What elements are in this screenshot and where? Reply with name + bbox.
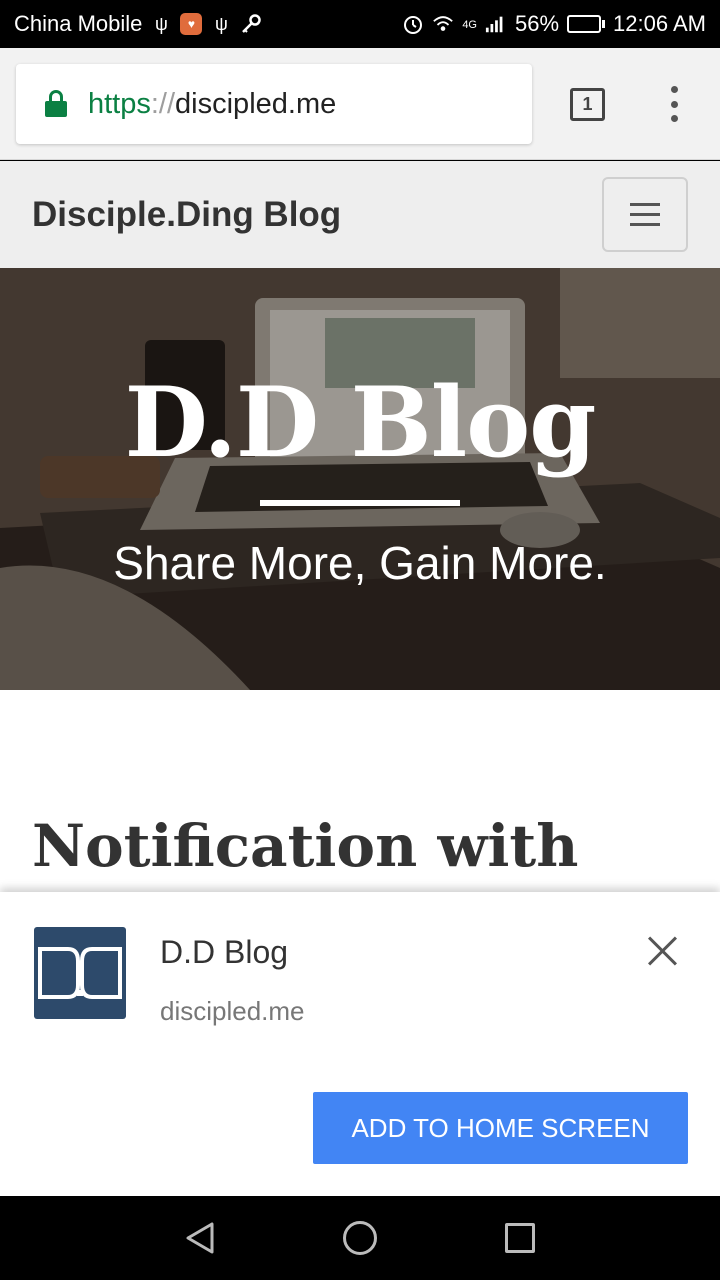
hero-divider bbox=[260, 500, 460, 506]
article-area: Notification with bbox=[0, 690, 720, 900]
post-title-link[interactable]: Notification with bbox=[32, 810, 712, 882]
key-icon bbox=[240, 13, 262, 35]
back-icon[interactable] bbox=[184, 1222, 216, 1254]
usb-icon: ψ bbox=[214, 13, 228, 34]
system-navigation-bar bbox=[0, 1196, 720, 1280]
network-type: 4G bbox=[462, 19, 477, 31]
usb-icon: ψ bbox=[154, 13, 168, 34]
more-options-icon[interactable] bbox=[664, 86, 684, 122]
app-name: D.D Blog bbox=[160, 934, 289, 970]
alarm-icon bbox=[402, 13, 424, 35]
hero-overlay bbox=[0, 268, 720, 690]
carrier-name: China Mobile bbox=[14, 11, 143, 36]
status-bar: China Mobile ψ ♥ ψ 4G 56% 12:06 AM bbox=[0, 0, 720, 48]
site-brand-link[interactable]: Disciple.Ding Blog bbox=[32, 195, 341, 235]
signal-icon bbox=[485, 13, 507, 35]
site-navbar: Disciple.Ding Blog bbox=[0, 161, 720, 268]
tab-count: 1 bbox=[582, 94, 593, 114]
url-separator: :// bbox=[150, 87, 176, 120]
recent-apps-icon[interactable] bbox=[505, 1223, 535, 1253]
hero-subtitle: Share More, Gain More. bbox=[113, 537, 607, 589]
add-to-home-screen-button[interactable]: ADD TO HOME SCREEN bbox=[313, 1092, 688, 1164]
close-icon[interactable] bbox=[640, 928, 686, 974]
battery-percent: 56% bbox=[515, 11, 560, 36]
browser-toolbar: https://discipled.me 1 bbox=[0, 48, 720, 160]
add-to-home-screen-sheet: D.D Blog discipled.me ADD TO HOME SCREEN bbox=[0, 892, 720, 1196]
wifi-icon bbox=[432, 13, 454, 35]
lock-icon bbox=[44, 90, 68, 118]
status-left: China Mobile ψ ♥ ψ bbox=[14, 11, 262, 37]
hero-banner: D.D Blog Share More, Gain More. bbox=[0, 268, 720, 690]
app-notification-icon: ♥ bbox=[180, 13, 203, 35]
hero-title: D.D Blog bbox=[124, 366, 597, 479]
url-scheme: https bbox=[88, 87, 151, 120]
status-right: 4G 56% 12:06 AM bbox=[402, 11, 706, 37]
home-icon[interactable] bbox=[343, 1221, 377, 1255]
menu-toggle-button[interactable] bbox=[602, 177, 688, 252]
url-bar[interactable]: https://discipled.me bbox=[16, 64, 532, 144]
app-logo-icon bbox=[34, 927, 126, 1019]
battery-charging-icon bbox=[567, 15, 606, 33]
tab-switcher-button[interactable]: 1 bbox=[570, 88, 605, 121]
clock: 12:06 AM bbox=[613, 11, 706, 36]
app-domain: discipled.me bbox=[160, 996, 305, 1026]
url-host: discipled.me bbox=[175, 87, 337, 120]
